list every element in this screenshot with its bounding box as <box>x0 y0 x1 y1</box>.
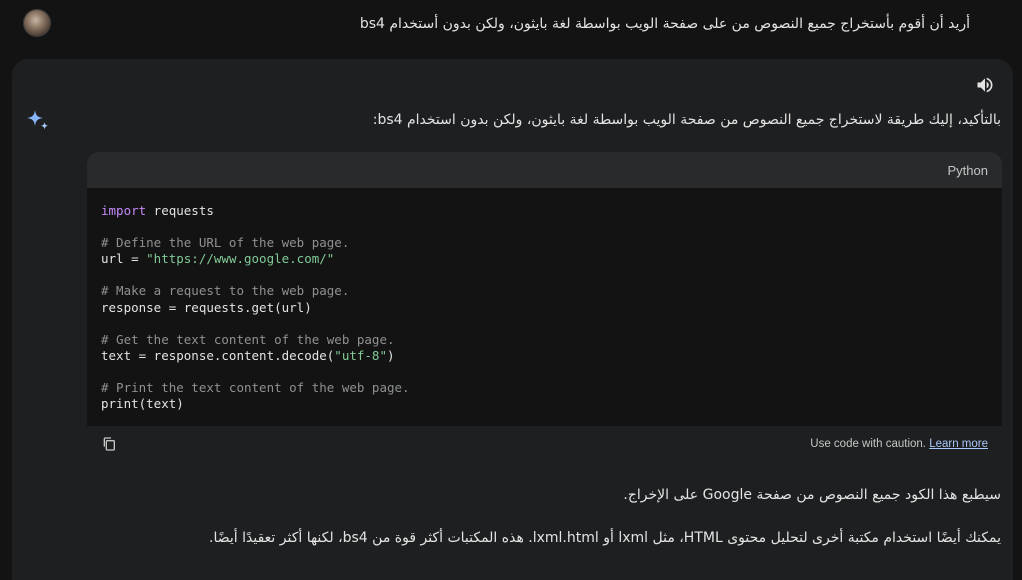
copy-icon[interactable] <box>101 436 117 452</box>
code-line: # Print the text content of the web page… <box>101 380 988 396</box>
code-comment: # Define the URL of the web page. <box>101 235 350 251</box>
code-token: response = requests.get(url) <box>101 299 312 315</box>
code-language-label: Python <box>947 162 988 178</box>
code-token: requests <box>146 203 214 218</box>
code-line: import requests <box>101 203 988 219</box>
code-keyword: import <box>101 203 147 218</box>
code-comment: # Make a request to the web page. <box>101 283 350 299</box>
response-paragraph-2: يمكنك أيضًا استخدام مكتبة أخرى لتحليل مح… <box>209 530 1001 546</box>
code-comment: # Print the text content of the web page… <box>101 380 410 396</box>
code-header: Python <box>87 152 1002 188</box>
code-line: text = response.content.decode("utf-8") <box>101 348 988 364</box>
response-intro: بالتأكيد، إليك طريقة لاستخراج جميع النصو… <box>372 112 1001 128</box>
code-string: "utf-8" <box>334 347 387 363</box>
code-line: url = "https://www.google.com/" <box>101 251 988 267</box>
code-footer: Use code with caution. Learn more <box>87 426 1002 462</box>
code-block: Python import requests # Define the URL o… <box>87 152 1002 462</box>
code-token: ) <box>386 347 395 363</box>
caution-notice: Use code with caution. Learn more <box>810 438 988 450</box>
code-line: # Define the URL of the web page. <box>101 235 988 251</box>
code-token: text = response.content.decode( <box>101 347 335 363</box>
sparkle-icon <box>25 108 51 134</box>
learn-more-link[interactable]: Learn more <box>929 438 988 450</box>
code-content[interactable]: import requests # Define the URL of the w… <box>87 188 1002 427</box>
code-line: # Get the text content of the web page. <box>101 332 988 348</box>
volume-icon[interactable] <box>975 75 995 95</box>
code-token: print(text) <box>101 396 184 412</box>
chat-page: أريد أن أقوم بأستخراج جميع النصوص من على… <box>0 0 1022 580</box>
code-line: response = requests.get(url) <box>101 300 988 316</box>
code-comment: # Get the text content of the web page. <box>101 331 395 347</box>
user-prompt: أريد أن أقوم بأستخراج جميع النصوص من على… <box>359 16 970 32</box>
caution-text: Use code with caution. <box>810 438 926 450</box>
code-line: print(text) <box>101 396 988 412</box>
response-paragraph-1: سيطبع هذا الكود جميع النصوص من صفحة Goog… <box>623 487 1001 503</box>
code-string: "https://www.google.com/" <box>146 251 335 267</box>
user-avatar[interactable] <box>23 9 51 37</box>
code-token: url = <box>101 251 147 267</box>
code-line: # Make a request to the web page. <box>101 283 988 299</box>
